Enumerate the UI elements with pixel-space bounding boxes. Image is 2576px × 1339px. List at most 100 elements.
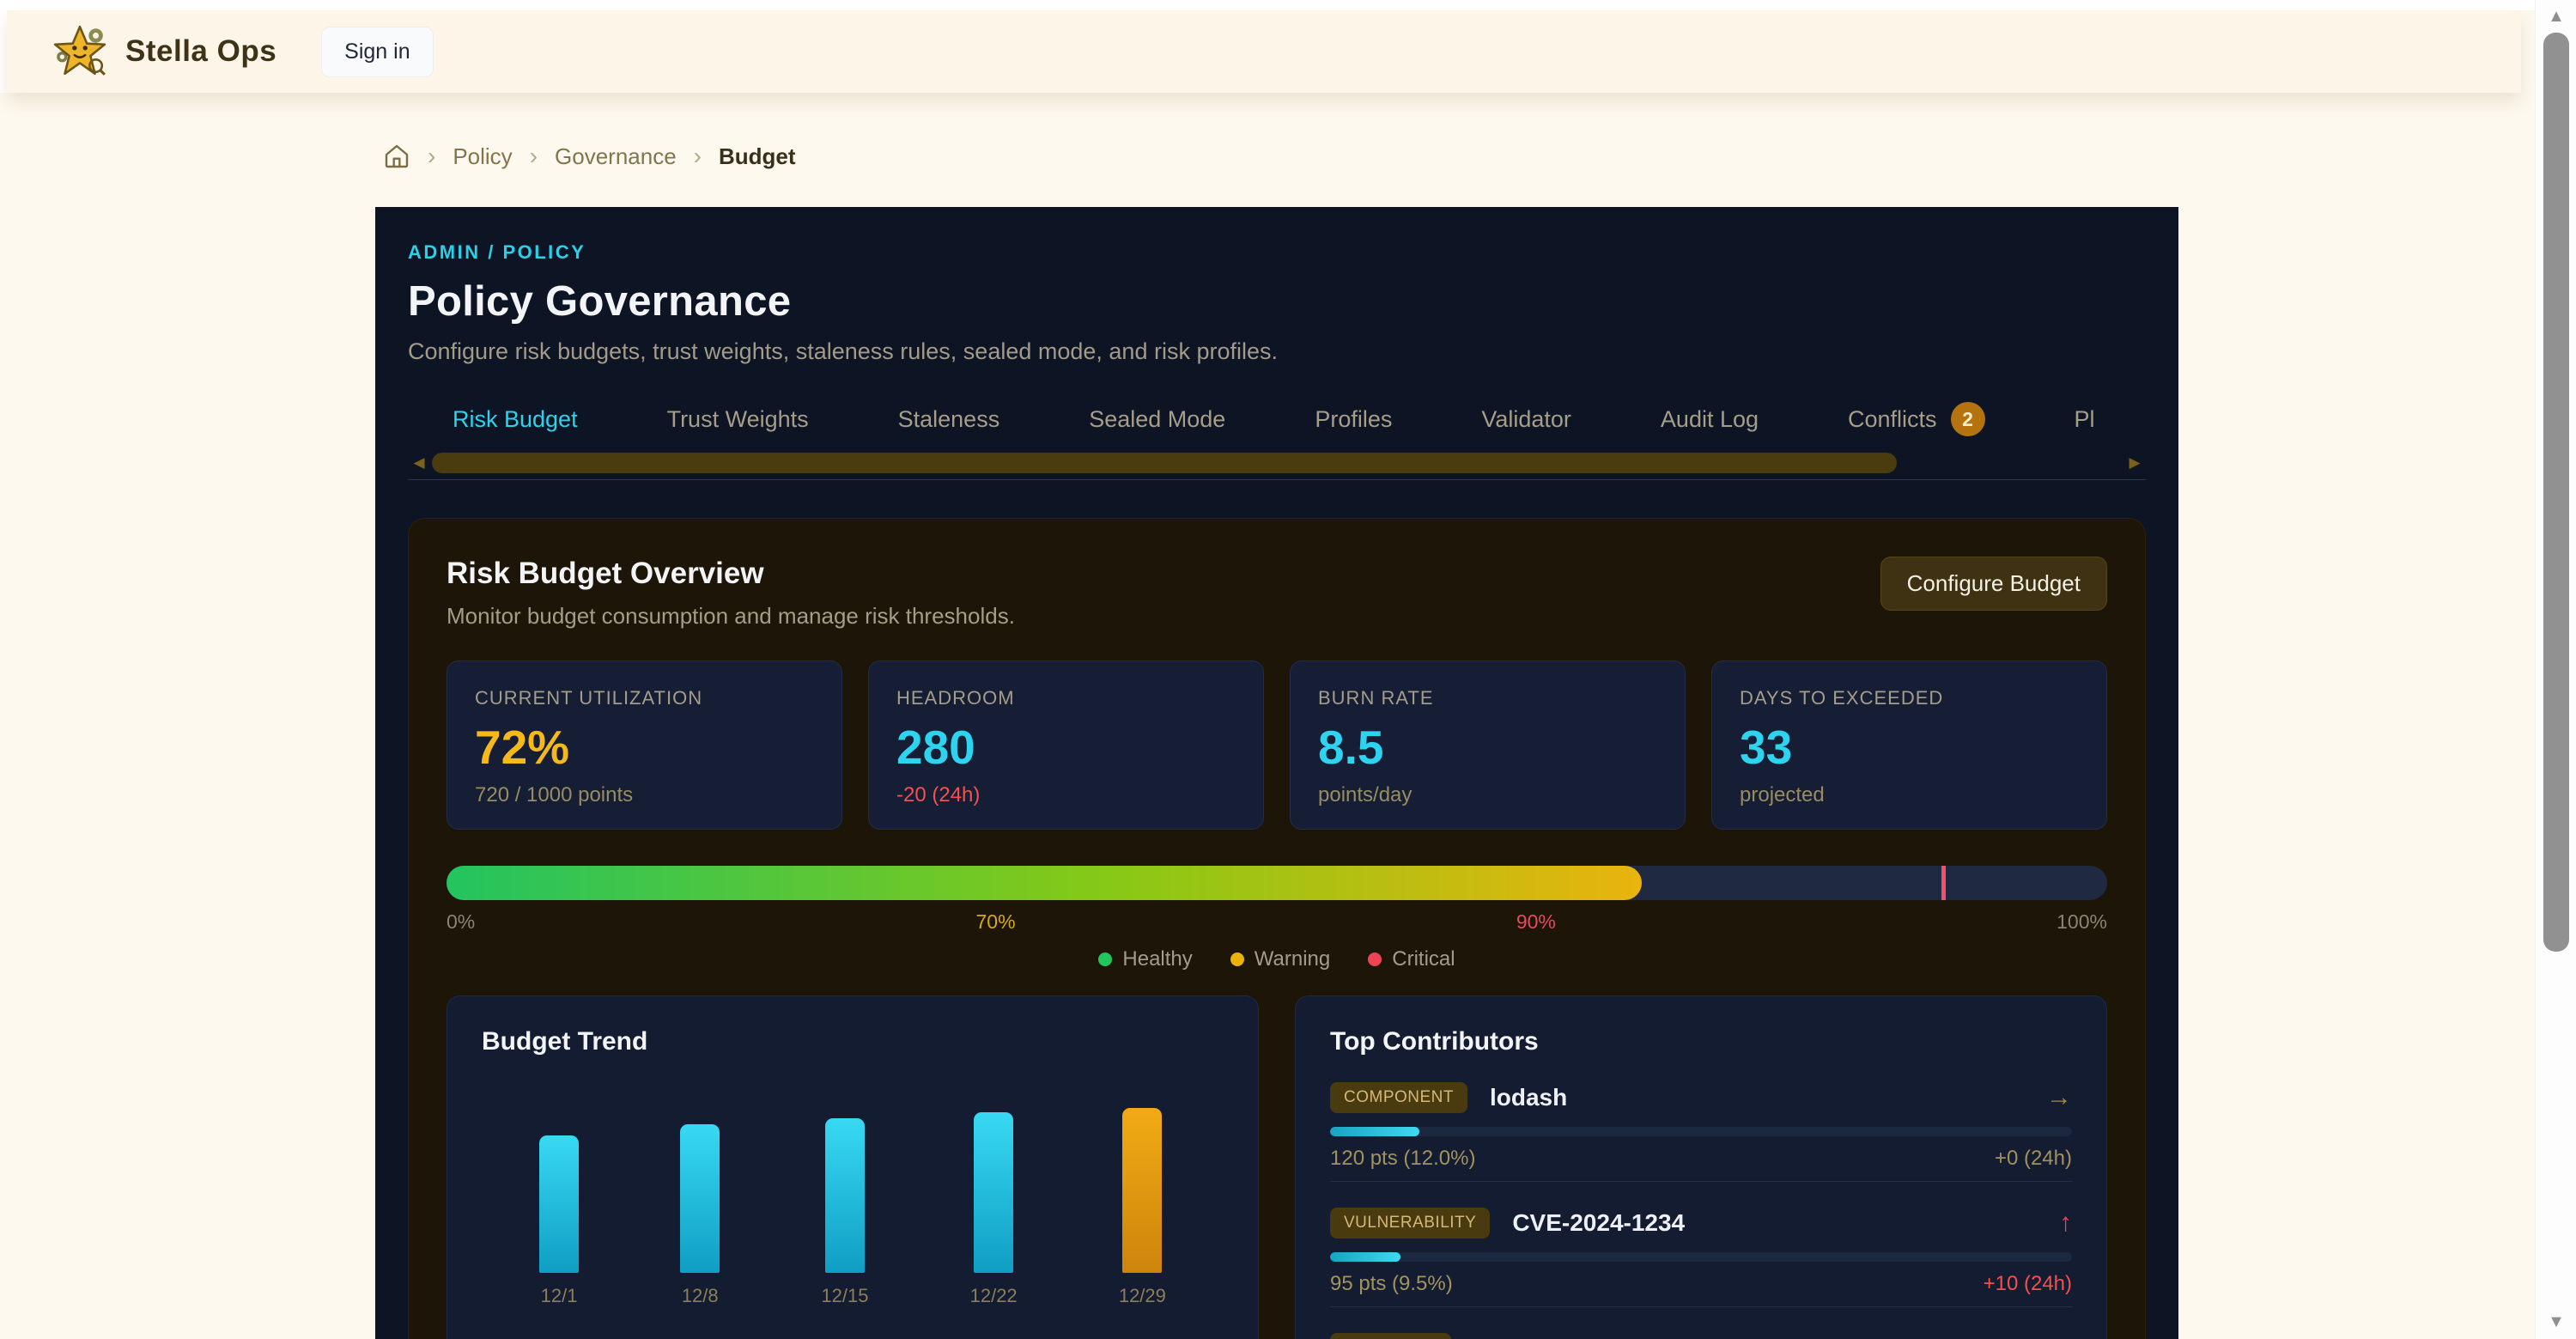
home-icon[interactable] xyxy=(383,143,410,170)
stat-label: DAYS TO EXCEEDED xyxy=(1740,687,2079,709)
tab-conflicts[interactable]: Conflicts 2 xyxy=(1803,394,2030,444)
trend-bar-column: 12/22 xyxy=(970,1075,1018,1307)
tab-label: Audit Log xyxy=(1661,406,1759,433)
app-header: Stella Ops Sign in xyxy=(7,10,2521,93)
trend-x-label: 12/29 xyxy=(1119,1285,1166,1307)
breadcrumb-current-budget: Budget xyxy=(719,143,796,170)
legend-dot-icon xyxy=(1230,953,1244,966)
tab-audit-log[interactable]: Audit Log xyxy=(1616,394,1803,444)
trend-bar-column: 12/8 xyxy=(680,1075,720,1307)
trend-bar-column: 12/1 xyxy=(539,1075,579,1307)
contributor-progress-bar xyxy=(1330,1252,2072,1262)
conflicts-count-badge: 2 xyxy=(1951,402,1985,436)
budget-utilization-gauge xyxy=(447,866,2107,900)
page-vertical-scrollbar[interactable]: ▲ ▼ xyxy=(2535,0,2576,1339)
tabs-block: Risk Budget Trust Weights Staleness Sealed … xyxy=(408,394,2146,480)
breadcrumb-link-policy[interactable]: Policy xyxy=(453,143,512,170)
gauge-legend: HealthyWarningCritical xyxy=(447,947,2107,971)
sign-in-button[interactable]: Sign in xyxy=(321,27,433,77)
stat-value: 8.5 xyxy=(1318,720,1657,775)
contributors-list: COMPONENTlodash→120 pts (12.0%)+0 (24h)V… xyxy=(1330,1056,2072,1339)
tab-staleness[interactable]: Staleness xyxy=(854,394,1045,444)
gauge-tick-label: 70% xyxy=(976,910,1016,934)
top-contributors-title: Top Contributors xyxy=(1330,1027,2072,1056)
contributor-type-badge: CATEGORY xyxy=(1330,1333,1451,1339)
tab-bar: Risk Budget Trust Weights Staleness Sealed … xyxy=(408,394,2146,444)
tab-risk-budget[interactable]: Risk Budget xyxy=(408,394,623,444)
scrollbar-up-arrow-icon[interactable]: ▲ xyxy=(2536,7,2576,27)
budget-trend-card: Budget Trend 12/112/812/1512/2212/29 xyxy=(447,995,1259,1339)
contributor-type-badge: COMPONENT xyxy=(1330,1082,1467,1113)
stat-sublabel: projected xyxy=(1740,783,2079,807)
stat-value: 280 xyxy=(896,720,1236,775)
trend-x-label: 12/15 xyxy=(821,1285,868,1307)
contributor-row-cve-2024-1234: VULNERABILITY CVE-2024-1234 ↑ 95 pts (9.5%)… xyxy=(1330,1182,2072,1307)
contributor-row-vulnerabilities: CATEGORY Vulnerabilities → xyxy=(1330,1307,2072,1339)
legend-item-critical: Critical xyxy=(1368,947,1455,971)
breadcrumb-link-governance[interactable]: Governance xyxy=(555,143,677,170)
gauge-labels: 0%70%90%100% xyxy=(447,910,2107,934)
legend-dot-icon xyxy=(1098,953,1112,966)
tab-label: Staleness xyxy=(898,406,1000,433)
legend-dot-icon xyxy=(1368,953,1382,966)
contributor-progress-fill xyxy=(1330,1252,1400,1262)
trend-bar xyxy=(825,1118,865,1273)
tab-sealed-mode[interactable]: Sealed Mode xyxy=(1044,394,1270,444)
tab-validator[interactable]: Validator xyxy=(1437,394,1616,444)
stat-card-headroom: HEADROOM 280 -20 (24h) xyxy=(868,660,1264,830)
tab-pl[interactable]: Pl xyxy=(2030,394,2140,444)
tab-label: Risk Budget xyxy=(453,406,578,433)
breadcrumb-separator: › xyxy=(694,143,702,170)
vertical-scrollbar-thumb[interactable] xyxy=(2543,33,2569,952)
trend-bar xyxy=(974,1112,1013,1273)
gauge-tick-label: 0% xyxy=(447,910,475,934)
tab-label: Conflicts xyxy=(1848,406,1937,433)
gauge-fill xyxy=(447,866,1642,900)
contributor-progress-bar xyxy=(1330,1127,2072,1136)
stat-card-days-to-exceeded: DAYS TO EXCEEDED 33 projected xyxy=(1711,660,2107,830)
scroll-right-arrow-icon[interactable]: ▶ xyxy=(2123,454,2146,472)
contributor-name: Vulnerabilities xyxy=(1473,1335,1637,1339)
stat-sublabel: 720 / 1000 points xyxy=(475,783,814,807)
trend-bar-column: 12/29 xyxy=(1119,1075,1166,1307)
contributor-points: 95 pts (9.5%) xyxy=(1330,1272,1453,1296)
contributor-delta-24h: +10 (24h) xyxy=(1984,1272,2072,1296)
horizontal-scrollbar-thumb[interactable] xyxy=(432,453,1897,473)
trend-bar-column: 12/15 xyxy=(821,1075,868,1307)
legend-label: Warning xyxy=(1255,947,1330,971)
policy-governance-panel: ADMIN / POLICY Policy Governance Configu… xyxy=(375,207,2178,1339)
tab-trust-weights[interactable]: Trust Weights xyxy=(623,394,854,444)
breadcrumb-separator: › xyxy=(428,143,435,170)
contributor-row-lodash: COMPONENTlodash→120 pts (12.0%)+0 (24h) xyxy=(1330,1056,2072,1182)
overview-title: Risk Budget Overview xyxy=(447,557,1015,591)
arrow-right-icon[interactable]: → xyxy=(2046,1334,2072,1339)
tab-label: Validator xyxy=(1481,406,1571,433)
contributor-name: lodash xyxy=(1490,1084,1567,1111)
brand-name: Stella Ops xyxy=(125,34,276,69)
trend-x-label: 12/1 xyxy=(541,1285,578,1307)
legend-item-warning: Warning xyxy=(1230,947,1330,971)
scrollbar-down-arrow-icon[interactable]: ▼ xyxy=(2536,1312,2576,1332)
breadcrumb-separator: › xyxy=(530,143,538,170)
arrow-right-icon[interactable]: → xyxy=(2046,1083,2072,1112)
tab-profiles[interactable]: Profiles xyxy=(1270,394,1437,444)
page-title: Policy Governance xyxy=(408,277,2146,326)
trend-up-arrow-icon[interactable]: ↑ xyxy=(2059,1208,2072,1238)
stat-label: HEADROOM xyxy=(896,687,1236,709)
tab-label: Profiles xyxy=(1315,406,1392,433)
legend-label: Critical xyxy=(1392,947,1455,971)
stat-value: 72% xyxy=(475,720,814,775)
page-left-margin xyxy=(0,0,7,93)
trend-x-label: 12/8 xyxy=(682,1285,719,1307)
contributor-name: CVE-2024-1234 xyxy=(1512,1209,1685,1237)
stat-value: 33 xyxy=(1740,720,2079,775)
stat-sublabel: points/day xyxy=(1318,783,1657,807)
scroll-left-arrow-icon[interactable]: ◀ xyxy=(408,454,430,472)
stella-ops-logo-icon xyxy=(52,23,108,80)
stat-card-current-utilization: CURRENT UTILIZATION72%720 / 1000 points xyxy=(447,660,842,830)
contributor-type-badge: VULNERABILITY xyxy=(1330,1208,1490,1239)
tab-label: Sealed Mode xyxy=(1089,406,1225,433)
stat-sublabel: -20 (24h) xyxy=(896,783,1236,807)
configure-budget-button[interactable]: Configure Budget xyxy=(1880,557,2107,611)
contributor-points: 120 pts (12.0%) xyxy=(1330,1147,1475,1171)
